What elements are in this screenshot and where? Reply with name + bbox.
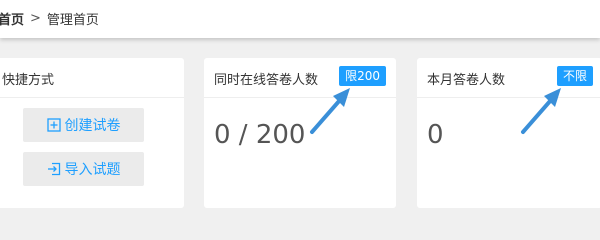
annotation-arrow-icon — [310, 88, 350, 134]
breadcrumb-separator: > — [30, 11, 41, 26]
concurrent-users-value: 0 / 200 — [214, 120, 306, 150]
import-icon — [47, 162, 61, 176]
create-exam-button[interactable]: 创建试卷 — [23, 108, 144, 142]
monthly-users-value: 0 — [427, 120, 444, 150]
card-header: 快捷方式 — [0, 58, 184, 98]
import-questions-label: 导入试题 — [64, 161, 121, 177]
breadcrumb: 首页 > 管理首页 — [0, 9, 99, 28]
top-bar: 首页 > 管理首页 — [0, 0, 600, 38]
breadcrumb-current: 管理首页 — [46, 13, 99, 28]
create-exam-label: 创建试卷 — [64, 117, 121, 133]
card-title: 快捷方式 — [2, 73, 55, 88]
breadcrumb-home-link[interactable]: 首页 — [0, 9, 24, 28]
card-title: 本月答卷人数 — [427, 73, 506, 88]
quick-actions-card: 快捷方式 创建试卷 导入试题 — [0, 58, 184, 208]
plus-square-icon — [46, 118, 61, 132]
annotation-arrow-icon — [521, 88, 561, 134]
import-questions-button[interactable]: 导入试题 — [23, 152, 144, 186]
